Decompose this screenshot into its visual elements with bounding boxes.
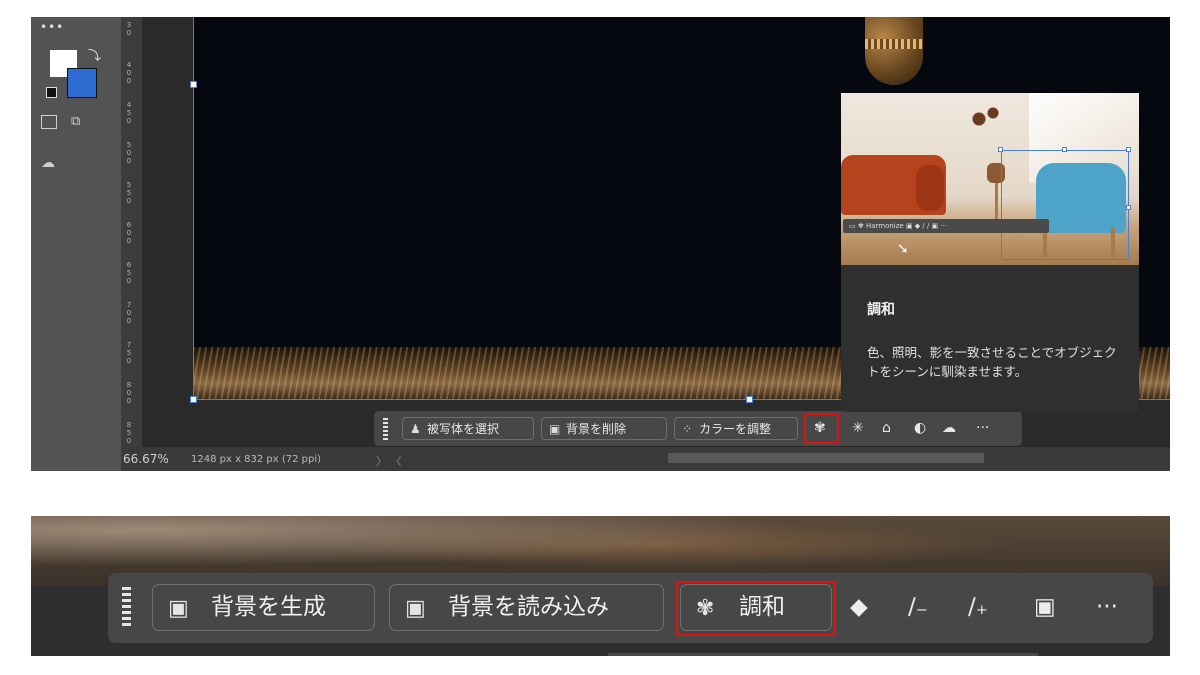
image-import-icon: ▣ [405,596,426,621]
selection-edge-left [193,17,194,400]
swap-colors-icon[interactable]: ⤵ [88,45,101,64]
import-background-button[interactable]: ▣ 背景を読み込み [389,584,664,631]
preview-mini-taskbar: ▭ ✾ Harmonize ▣ ◆ ∕ ∕ ▣ ··· [843,219,1049,233]
generate-background-label: 背景を生成 [211,594,326,620]
more-options-icon[interactable]: ··· [976,419,989,437]
ruler-tick: 650 [126,261,132,285]
mask-icon[interactable]: ▣ [1034,592,1056,622]
status-bar: 66.67% 1248 px x 832 px (72 ppi) 〉 〈 [121,447,1170,471]
more-options-icon[interactable]: ··· [1096,592,1118,622]
preview-handle [1062,147,1067,152]
contextual-task-bar-zoomed: ▣ 背景を生成 ▣ 背景を読み込み ✾ 調和 ◆ ∕₋ ∕₊ ▣ ··· [108,573,1153,643]
contextual-task-bar: ♟ 被写体を選択 ▣ 背景を削除 ⁘ カラーを調整 ✾ ✳ ⌂ ◐ ☁ ··· [374,411,1022,446]
remove-background-button[interactable]: ▣ 背景を削除 [541,417,667,440]
ruler-tick: 400 [126,61,132,85]
preview-selection-box [1001,150,1129,260]
ruler-tick: 600 [126,221,132,245]
tooltip-title: 調和 [867,302,895,318]
contrast-icon[interactable]: ◐ [914,419,926,437]
ruler-tick: 850 [126,421,132,445]
preview-handle [1126,205,1131,210]
generative-fill-icon[interactable]: ☁ [942,419,956,437]
generative-fill-icon[interactable]: ☁ [41,155,55,171]
brush-minus-icon[interactable]: ∕₋ [908,592,928,622]
select-subject-button[interactable]: ♟ 被写体を選択 [402,417,534,440]
harmonize-highlight-box [676,581,836,636]
status-nav-arrows[interactable]: 〉 〈 [376,453,402,469]
transform-handle[interactable] [190,81,197,88]
background-color-swatch[interactable] [67,68,97,98]
ruler-tick: 700 [126,301,132,325]
ruler-tick: 800 [126,381,132,405]
toolbar-more-icon[interactable]: ••• [40,20,64,34]
preview-dried-branches [967,107,1007,137]
person-icon: ♟ [410,422,421,436]
image-icon: ▣ [549,422,561,436]
tools-panel: ••• ⤵ ⧉ ☁ [31,17,121,471]
brush-plus-icon[interactable]: ∕₊ [968,592,988,622]
horizontal-scrollbar[interactable] [668,453,984,463]
preview-handle [998,147,1003,152]
tooltip-preview-image: ▭ ✾ Harmonize ▣ ◆ ∕ ∕ ▣ ··· ➘ [841,93,1139,265]
image-sparkle-icon: ▣ [168,596,189,621]
preview-harmonize-label: Harmonize [865,222,904,230]
import-background-label: 背景を読み込み [448,594,609,620]
ruler-tick: 550 [126,181,132,205]
select-subject-label: 被写体を選択 [427,422,500,436]
sparkle-icon[interactable]: ✳ [852,419,864,437]
taskbar-grip-handle[interactable] [122,587,131,627]
ruler-tick: 30 [126,21,132,37]
preview-cursor-icon: ➘ [897,241,909,257]
remove-background-label: 背景を削除 [566,422,627,436]
paint-bucket-icon[interactable]: ◆ [850,592,868,622]
quick-mask-icon[interactable] [41,115,57,129]
transform-handle[interactable] [746,396,753,403]
default-colors-icon[interactable] [46,87,57,98]
tooltip-description: 色、照明、影を一致させることでオブジェクトをシーンに馴染ませます。 [867,345,1117,379]
vertical-ruler: 30 400 450 500 550 600 650 700 750 800 8… [121,17,143,447]
photoshop-window-top: ••• ⤵ ⧉ ☁ 30 400 450 500 550 600 650 700… [31,17,1170,471]
preview-sofa-arm [916,165,944,211]
harmonize-tooltip: ▭ ✾ Harmonize ▣ ◆ ∕ ∕ ▣ ··· ➘ 調和 色、照明、影を… [841,93,1139,412]
lasso-icon[interactable]: ⌂ [882,419,891,437]
zoom-level[interactable]: 66.67% [123,452,169,466]
photoshop-window-bottom: ▣ 背景を生成 ▣ 背景を読み込み ✾ 調和 ◆ ∕₋ ∕₊ ▣ ··· [31,516,1170,656]
ruler-tick: 500 [126,141,132,165]
screen-mode-icon[interactable]: ⧉ [71,114,80,129]
color-adjust-icon: ⁘ [682,422,693,436]
vase-object [865,17,923,85]
harmonize-highlight-box [804,413,839,444]
adjust-color-button[interactable]: ⁘ カラーを調整 [674,417,798,440]
document-size: 1248 px x 832 px (72 ppi) [191,454,322,465]
transform-handle[interactable] [190,396,197,403]
ruler-tick: 750 [126,341,132,365]
taskbar-grip-handle[interactable] [383,418,388,440]
generate-background-button[interactable]: ▣ 背景を生成 [152,584,375,631]
adjust-color-label: カラーを調整 [699,422,772,436]
ruler-tick: 450 [126,101,132,125]
horizontal-scrollbar[interactable] [608,653,1038,656]
preview-handle [1126,147,1131,152]
